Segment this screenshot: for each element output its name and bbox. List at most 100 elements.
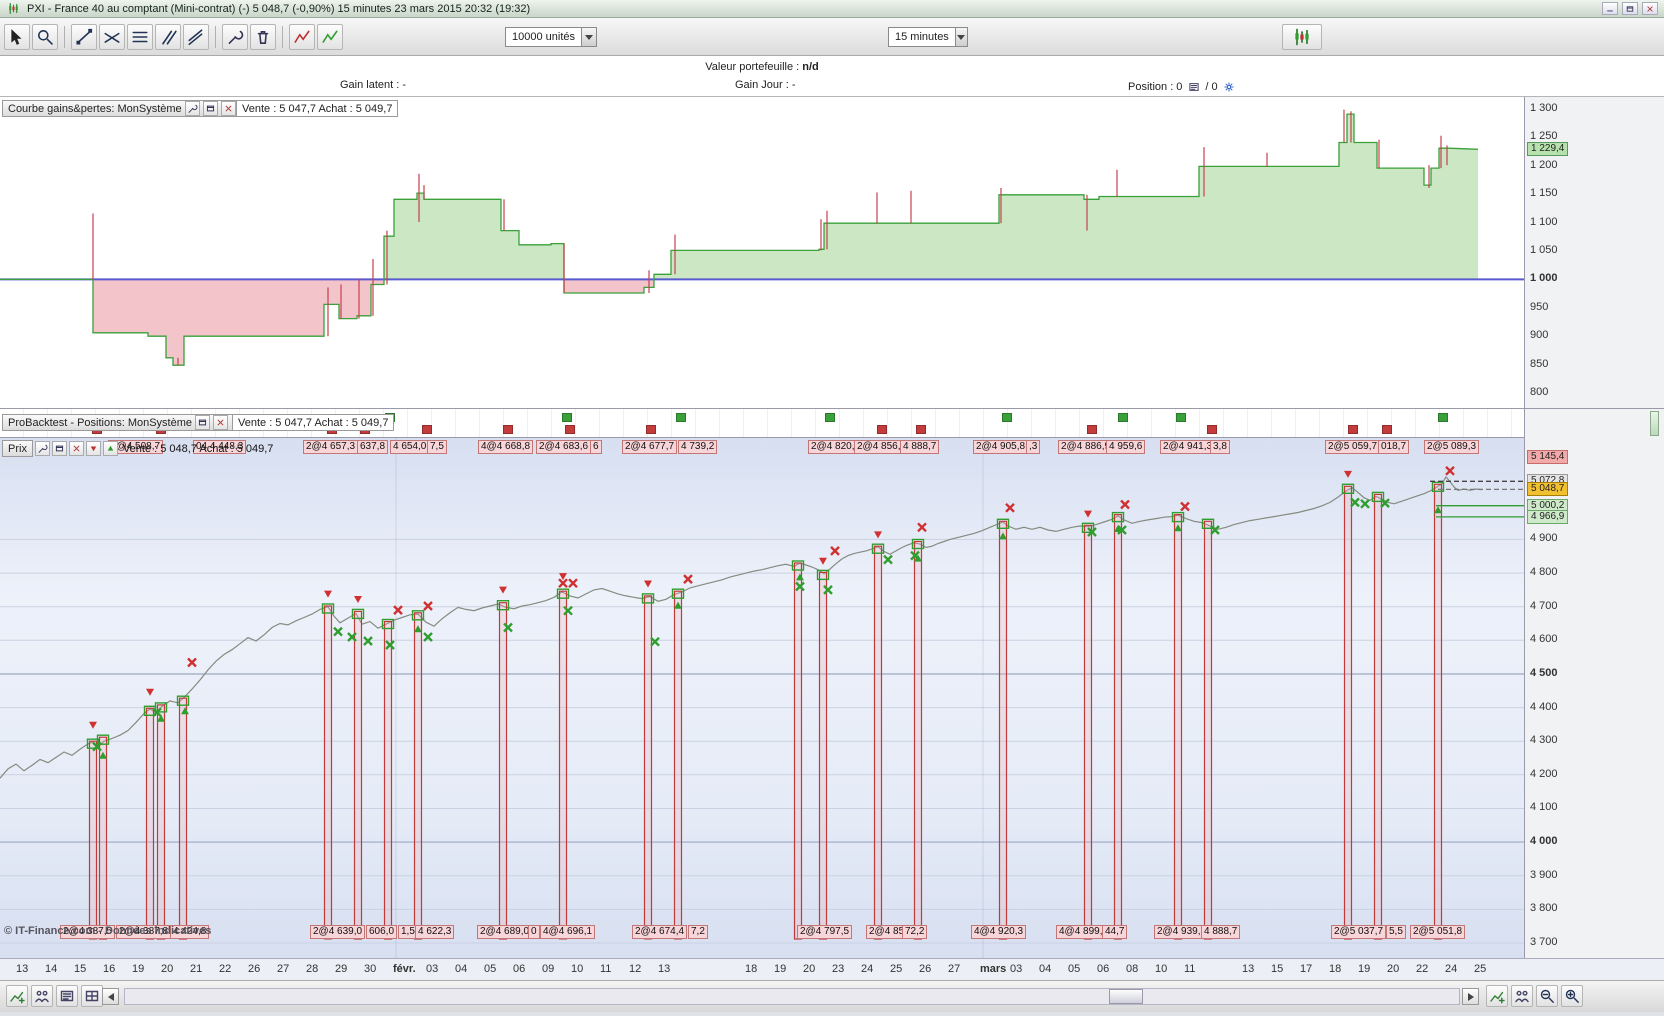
equity-axis-label: 900 <box>1530 329 1548 341</box>
close-icon[interactable] <box>213 415 228 430</box>
news-button[interactable] <box>56 985 78 1007</box>
zoom-out-button[interactable] <box>1536 985 1558 1007</box>
new-chart-button[interactable] <box>6 985 28 1007</box>
close-icon[interactable] <box>1642 2 1658 15</box>
date-tick: 17 <box>1300 963 1312 975</box>
table-button[interactable] <box>81 985 103 1007</box>
price-chart[interactable] <box>0 438 1524 958</box>
date-tick: 29 <box>335 963 347 975</box>
date-tick: 04 <box>1039 963 1051 975</box>
date-tick: 24 <box>1445 963 1457 975</box>
sell-signal-tool[interactable] <box>289 24 315 50</box>
date-tick: 18 <box>1329 963 1341 975</box>
scroll-left-button[interactable] <box>102 988 119 1005</box>
units-dropdown[interactable]: 10000 unités <box>505 27 597 47</box>
close-icon[interactable] <box>221 101 236 116</box>
trade-open-label: 2@4 677,7 <box>622 440 677 454</box>
price-axis-label: 3 900 <box>1530 869 1558 881</box>
price-axis-label: 4 700 <box>1530 600 1558 612</box>
equity-panel-tab[interactable]: Courbe gains&pertes: MonSystème <box>2 100 242 117</box>
portfolio-value-amount: n/d <box>802 61 819 73</box>
scrollbar-thumb[interactable] <box>1109 989 1143 1004</box>
positions-quote: Vente : 5 047,7 Achat : 5 049,7 <box>232 414 394 431</box>
close-icon[interactable] <box>69 441 84 456</box>
equity-axis: 1 3001 2501 2001 1501 1001 0501 00095090… <box>1524 97 1664 408</box>
price-axis-label: 4 900 <box>1530 532 1558 544</box>
window-icon[interactable] <box>203 101 218 116</box>
position-mark-long <box>1118 413 1128 422</box>
position-mark-short <box>1207 425 1217 434</box>
trade-open-label: 018,7 <box>1378 440 1409 454</box>
bottom-right-icons <box>1486 985 1583 1007</box>
date-tick: 21 <box>190 963 202 975</box>
trade-close-label: 2@5 051,8 <box>1410 925 1465 939</box>
gear-icon[interactable] <box>1222 79 1237 94</box>
equity-axis-label: 1 100 <box>1530 216 1558 228</box>
trade-close-label: 2@4 639,0 <box>310 925 365 939</box>
date-tick: 16 <box>103 963 115 975</box>
chevron-down-icon[interactable] <box>955 28 967 46</box>
sell-arrow-icon[interactable] <box>86 441 101 456</box>
date-tick: 26 <box>919 963 931 975</box>
trade-close-label: 606,0 <box>366 925 397 939</box>
chevron-down-icon[interactable] <box>581 28 596 46</box>
equity-axis-label: 850 <box>1530 358 1548 370</box>
date-tick: 15 <box>74 963 86 975</box>
cursor-tool[interactable] <box>4 24 30 50</box>
regression-channel-tool[interactable] <box>183 24 209 50</box>
window-icon[interactable] <box>52 441 67 456</box>
trend-line-tool[interactable] <box>71 24 97 50</box>
date-tick: 10 <box>1155 963 1167 975</box>
delete-drawings-tool[interactable] <box>250 24 276 50</box>
trade-close-label: 4 888,7 <box>1201 925 1240 939</box>
position-mark-long <box>1176 413 1186 422</box>
app-icon <box>6 1 21 16</box>
positions-panel-tab[interactable]: ProBacktest - Positions: MonSystème <box>2 414 234 431</box>
export-chart-button[interactable] <box>1486 985 1508 1007</box>
timeframe-dropdown[interactable]: 15 minutes <box>888 27 968 47</box>
date-tick: 20 <box>803 963 815 975</box>
parallel-lines-tool[interactable] <box>155 24 181 50</box>
zoom-in-button[interactable] <box>1561 985 1583 1007</box>
detach-chart-button[interactable] <box>1511 985 1533 1007</box>
price-axis-label: 4 400 <box>1530 701 1558 713</box>
position-mark-short <box>503 425 513 434</box>
vertical-scrollbar[interactable] <box>1650 411 1659 436</box>
date-tick: 13 <box>16 963 28 975</box>
fibonacci-tool[interactable] <box>127 24 153 50</box>
cross-line-tool[interactable] <box>99 24 125 50</box>
scroll-right-button[interactable] <box>1462 988 1479 1005</box>
window-title: PXI - France 40 au comptant (Mini-contra… <box>27 3 530 15</box>
date-tick: 13 <box>1242 963 1254 975</box>
time-scrollbar[interactable] <box>124 988 1460 1005</box>
price-axis-label: 4 100 <box>1530 801 1558 813</box>
settings-tool[interactable] <box>222 24 248 50</box>
wrench-icon[interactable] <box>35 441 50 456</box>
date-tick: 24 <box>861 963 873 975</box>
price-axis-label: 4 000 <box>1530 835 1558 847</box>
date-tick: 20 <box>161 963 173 975</box>
trade-close-label: 2@4 674,4 <box>632 925 687 939</box>
zoom-tool[interactable] <box>32 24 58 50</box>
price-panel-tab[interactable]: Prix <box>2 440 33 457</box>
price-level-badge: 4 966,9 <box>1527 510 1568 524</box>
date-tick: 27 <box>948 963 960 975</box>
wrench-icon[interactable] <box>185 101 200 116</box>
position-suffix: / 0 <box>1205 81 1217 93</box>
equity-chart[interactable] <box>0 97 1524 409</box>
trade-close-labels: 2@4 387,52@4 387,84 424,82@4 639,0606,01… <box>0 925 1524 941</box>
chart-style-button[interactable] <box>1282 24 1322 50</box>
buy-arrow-icon[interactable] <box>103 441 118 456</box>
date-tick: 04 <box>455 963 467 975</box>
trade-open-label: 2@5 059,7 <box>1325 440 1380 454</box>
toolbar-separator <box>64 26 65 48</box>
price-axis-label: 4 600 <box>1530 633 1558 645</box>
window-icon[interactable] <box>195 415 210 430</box>
application-window: PXI - France 40 au comptant (Mini-contra… <box>0 0 1664 1016</box>
maximize-icon[interactable] <box>1622 2 1638 15</box>
share-chart-button[interactable] <box>31 985 53 1007</box>
portfolio-value-label: Valeur portefeuille : <box>705 61 799 73</box>
minimize-icon[interactable] <box>1602 2 1618 15</box>
buy-signal-tool[interactable] <box>317 24 343 50</box>
positions-table-icon[interactable] <box>1186 79 1201 94</box>
